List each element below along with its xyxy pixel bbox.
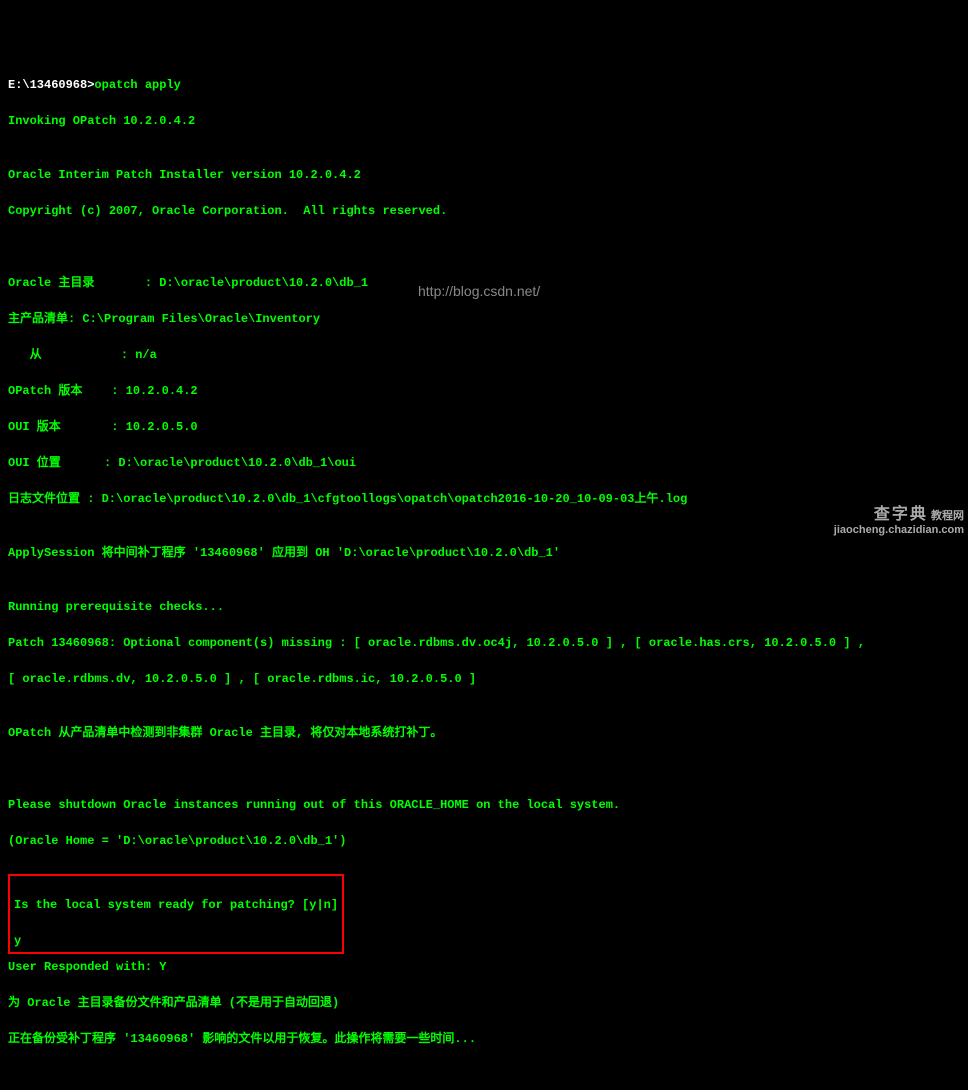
watermark-corner: 查字典 教程网 jiaocheng.chazidian.com [834, 505, 964, 537]
prompt-path: E:\13460968> [8, 78, 94, 92]
output-line: 为 Oracle 主目录备份文件和产品清单 (不是用于自动回退) [8, 994, 960, 1012]
output-line: 从 : n/a [8, 346, 960, 364]
highlighted-prompt-box: Is the local system ready for patching? … [8, 874, 344, 954]
confirmation-prompt: Is the local system ready for patching? … [14, 896, 338, 914]
output-line: 正在备份受补丁程序 '13460968' 影响的文件以用于恢复。此操作将需要一些… [8, 1030, 960, 1048]
output-line: (Oracle Home = 'D:\oracle\product\10.2.0… [8, 832, 960, 850]
watermark-domain: jiaocheng.chazidian.com [834, 524, 964, 536]
command-line[interactable]: E:\13460968>opatch apply [8, 76, 960, 94]
output-line: Oracle 主目录 : D:\oracle\product\10.2.0\db… [8, 274, 960, 292]
output-line: OPatch 从产品清单中检测到非集群 Oracle 主目录, 将仅对本地系统打… [8, 724, 960, 742]
output-line: Oracle Interim Patch Installer version 1… [8, 166, 960, 184]
watermark-sub: 教程网 [931, 510, 964, 522]
output-line: [ oracle.rdbms.dv, 10.2.0.5.0 ] , [ orac… [8, 670, 960, 688]
output-line: Please shutdown Oracle instances running… [8, 796, 960, 814]
output-line: OUI 位置 : D:\oracle\product\10.2.0\db_1\o… [8, 454, 960, 472]
user-input[interactable]: y [14, 932, 338, 950]
output-line: User Responded with: Y [8, 958, 960, 976]
watermark-brand: 查字典 [874, 506, 928, 523]
output-line: 日志文件位置 : D:\oracle\product\10.2.0\db_1\c… [8, 490, 960, 508]
output-line: Running prerequisite checks... [8, 598, 960, 616]
output-line: OPatch 版本 : 10.2.0.4.2 [8, 382, 960, 400]
output-line: 主产品清单: C:\Program Files\Oracle\Inventory [8, 310, 960, 328]
output-line: OUI 版本 : 10.2.0.5.0 [8, 418, 960, 436]
output-line: Copyright (c) 2007, Oracle Corporation. … [8, 202, 960, 220]
command-text: opatch apply [94, 78, 180, 92]
output-line: Invoking OPatch 10.2.0.4.2 [8, 112, 960, 130]
output-line: Patch 13460968: Optional component(s) mi… [8, 634, 960, 652]
output-line: ApplySession 将中间补丁程序 '13460968' 应用到 OH '… [8, 544, 960, 562]
